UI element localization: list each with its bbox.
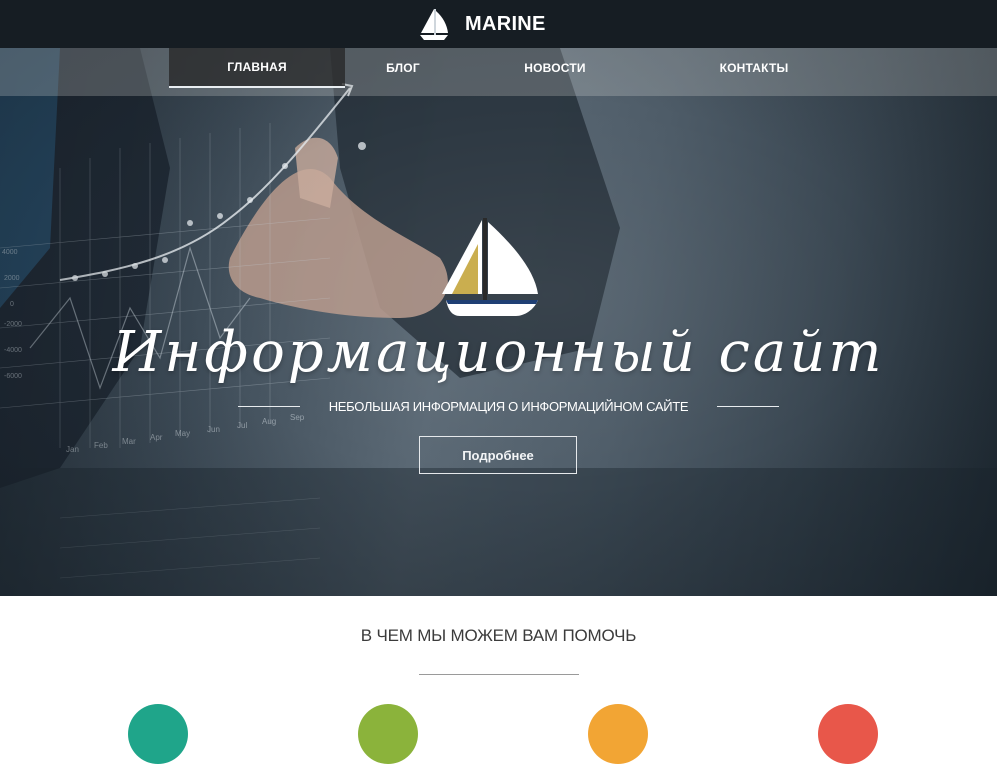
brand-name: MARINE	[465, 12, 546, 35]
section-title: В ЧЕМ МЫ МОЖЕМ ВАМ ПОМОЧЬ	[360, 626, 637, 645]
service-circle[interactable]	[588, 704, 648, 764]
services-section: В ЧЕМ МЫ МОЖЕМ ВАМ ПОМОЧЬ	[0, 596, 997, 764]
subtitle-line-left	[238, 405, 300, 407]
hero-title: Информационный сайт	[112, 320, 885, 385]
nav-item-home[interactable]: ГЛАВНАЯ	[169, 48, 345, 88]
service-circle[interactable]	[358, 704, 418, 764]
sailboat-icon	[438, 214, 542, 323]
hero-subtitle-row: НЕБОЛЬШАЯ ИНФОРМАЦИЯ О ИНФОРМАЦИЙНОМ САЙ…	[238, 396, 779, 416]
hero-subtitle: НЕБОЛЬШАЯ ИНФОРМАЦИЯ О ИНФОРМАЦИЙНОМ САЙ…	[328, 398, 689, 414]
service-circle[interactable]	[818, 704, 878, 764]
service-circle[interactable]	[128, 704, 188, 764]
nav-item-news[interactable]: НОВОСТИ	[486, 48, 624, 88]
main-nav: ГЛАВНАЯ БЛОГ НОВОСТИ КОНТАКТЫ	[0, 48, 997, 96]
section-divider	[419, 674, 579, 675]
nav-item-label: КОНТАКТЫ	[719, 61, 789, 75]
nav-item-label: БЛОГ	[386, 61, 420, 75]
brand[interactable]: MARINE	[418, 6, 546, 42]
subtitle-line-right	[717, 405, 779, 407]
nav-item-label: НОВОСТИ	[524, 61, 586, 75]
nav-item-label: ГЛАВНАЯ	[227, 60, 287, 74]
top-bar: MARINE	[0, 0, 997, 48]
sailboat-icon	[418, 7, 450, 41]
nav-item-blog[interactable]: БЛОГ	[345, 48, 461, 88]
more-button[interactable]: Подробнее	[419, 436, 577, 474]
nav-item-contacts[interactable]: КОНТАКТЫ	[684, 48, 824, 88]
